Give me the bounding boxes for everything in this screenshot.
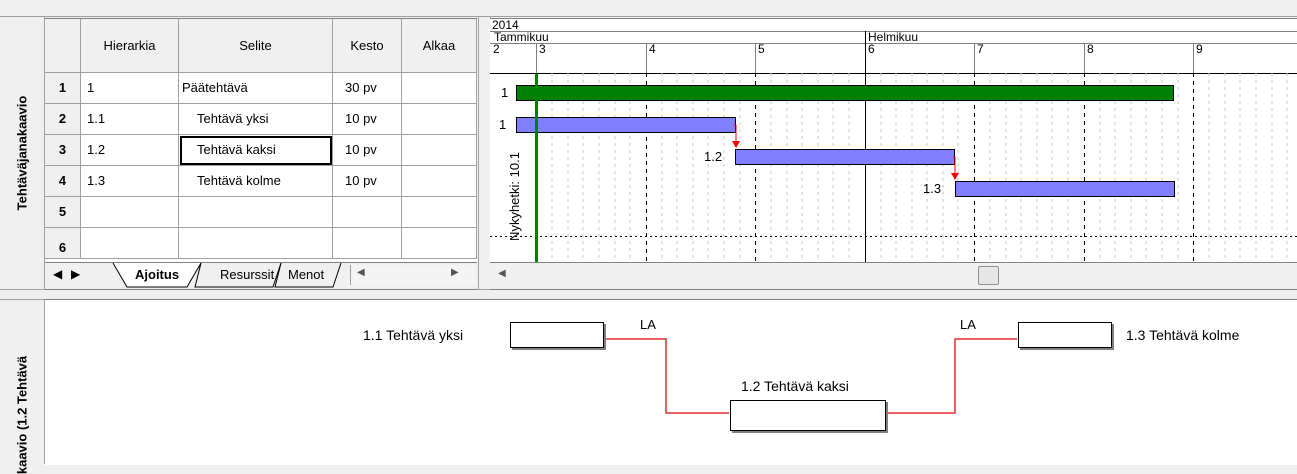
network-node-1-3[interactable] (1018, 322, 1112, 348)
cell-start[interactable] (402, 197, 477, 228)
cell-start[interactable] (402, 73, 477, 104)
column-header-title[interactable]: Selite (179, 19, 333, 73)
cell-hierarchy[interactable] (81, 197, 179, 228)
cell-duration[interactable]: 10 pv (333, 135, 402, 166)
sheet-tab-bar: ◀ ▶ Ajoitus Resurssit Menot ◀ ▶ (45, 262, 477, 290)
grid-corner[interactable] (45, 19, 81, 73)
scroll-thumb[interactable] (978, 266, 999, 285)
cell-duration[interactable] (333, 228, 402, 259)
cell-duration[interactable]: 10 pv (333, 166, 402, 197)
cell-duration[interactable]: 30 pv (333, 73, 402, 104)
row-header[interactable]: 2 (45, 104, 81, 135)
tab-ajoitus[interactable]: Ajoitus (125, 263, 189, 287)
cell-hierarchy[interactable]: 1 (81, 73, 179, 104)
scroll-right-icon[interactable]: ▶ (451, 267, 459, 278)
network-diagram: 1.1 Tehtävä yksi 1.2 Tehtävä kaksi 1.3 T… (45, 299, 1297, 465)
task-grid: Hierarkia Selite Kesto Alkaa 1 1 Pääteht… (45, 18, 477, 263)
row-header[interactable]: 6 (45, 228, 81, 259)
scroll-left-icon[interactable]: ◀ (498, 268, 506, 279)
grid-hscrollbar[interactable]: ◀ ▶ (350, 265, 475, 285)
gantt-view-side-label[interactable]: Tehtäväjanakaavio (0, 17, 45, 289)
gantt-chart: 2014 Tammikuu Helmikuu 2 3 4 5 6 7 8 9 1… (490, 18, 1297, 263)
link-label: LA (640, 317, 656, 332)
node-label: 1.2 Tehtävä kaksi (741, 378, 849, 394)
cell-title[interactable]: Tehtävä kolme (179, 166, 333, 197)
network-view-title: kaavio (1.2 Tehtävä (14, 355, 30, 474)
cell-title[interactable] (179, 197, 333, 228)
row-header[interactable]: 1 (45, 73, 81, 104)
today-label: Nykyhetki: 10.1 (506, 152, 522, 241)
row-header[interactable]: 3 (45, 135, 81, 166)
node-label: 1.1 Tehtävä yksi (363, 327, 464, 343)
column-header-hierarchy[interactable]: Hierarkia (81, 19, 179, 73)
node-label: 1.3 Tehtävä kolme (1126, 327, 1240, 343)
row-header[interactable]: 4 (45, 166, 81, 197)
network-view-side-label[interactable]: kaavio (1.2 Tehtävä (0, 299, 45, 474)
scroll-left-icon[interactable]: ◀ (357, 267, 365, 278)
cell-hierarchy[interactable] (81, 228, 179, 259)
dependency-arrows (732, 124, 959, 180)
cell-title[interactable] (179, 228, 333, 259)
column-header-duration[interactable]: Kesto (333, 19, 402, 73)
cell-hierarchy[interactable]: 1.1 (81, 104, 179, 135)
tab-resurssit[interactable]: Resurssit (210, 263, 284, 287)
today-line (535, 74, 538, 263)
gantt-view-title: Tehtäväjanakaavio (14, 95, 30, 211)
link-label: LA (960, 317, 976, 332)
cell-hierarchy[interactable]: 1.2 (81, 135, 179, 166)
cell-duration[interactable] (333, 197, 402, 228)
cell-title-selected[interactable]: Tehtävä kaksi (179, 135, 333, 166)
cell-start[interactable] (402, 135, 477, 166)
network-node-1-2[interactable] (730, 400, 886, 431)
cell-title[interactable]: Tehtävä yksi (179, 104, 333, 135)
row-header[interactable]: 5 (45, 197, 81, 228)
cell-start[interactable] (402, 104, 477, 135)
cell-start[interactable] (402, 228, 477, 259)
network-node-1-1[interactable] (510, 322, 604, 348)
top-toolbar-strip (0, 0, 1297, 17)
cell-duration[interactable]: 10 pv (333, 104, 402, 135)
column-header-start[interactable]: Alkaa (402, 19, 477, 73)
cell-start[interactable] (402, 166, 477, 197)
cell-hierarchy[interactable]: 1.3 (81, 166, 179, 197)
cell-title[interactable]: Päätehtävä (179, 73, 333, 104)
gantt-hscrollbar[interactable]: ◀ (490, 262, 1297, 290)
tab-menot[interactable]: Menot (282, 263, 330, 287)
